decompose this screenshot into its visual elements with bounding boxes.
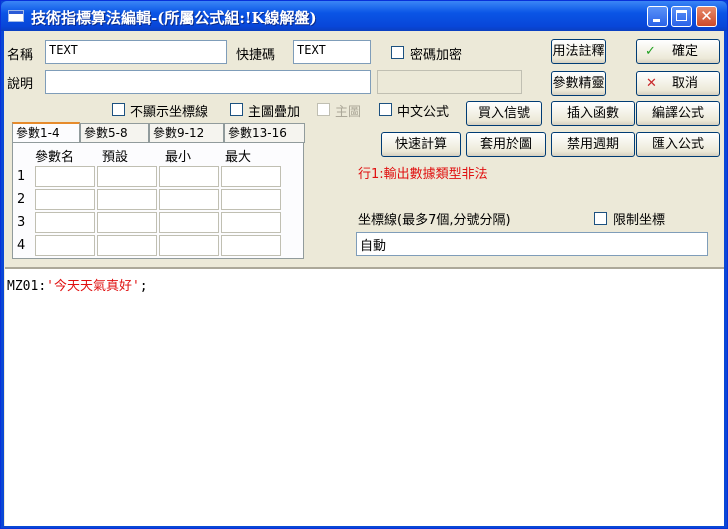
usage-note-button[interactable]: 用法註釋	[551, 39, 606, 64]
param-4-default-input[interactable]	[97, 235, 157, 256]
param-2-min-input[interactable]	[159, 189, 219, 210]
param-header-default: 預設	[102, 150, 129, 165]
param-4-max-input[interactable]	[221, 235, 281, 256]
minimize-button[interactable]	[647, 6, 668, 27]
param-header-name: 參數名	[35, 150, 75, 165]
formula-code-editor[interactable]: MZ01:'今天天氣真好';	[5, 267, 724, 526]
param-1-name-input[interactable]	[35, 166, 95, 187]
param-3-max-input[interactable]	[221, 212, 281, 233]
formula-editor-window: 技術指標算法編輯-(所屬公式組:!K線解盤) ✕ 名稱 TEXT 快捷碼 TEX…	[0, 0, 728, 529]
tab-params-13-16[interactable]: 參數13-16	[224, 123, 305, 143]
cancel-button[interactable]: ✕ 取消	[636, 71, 720, 96]
axis-lines-label: 坐標線(最多7個,分號分隔)	[358, 213, 511, 228]
description-extra-field	[377, 70, 522, 94]
compile-formula-button[interactable]: 編譯公式	[636, 101, 720, 126]
code-terminator: ;	[139, 279, 148, 294]
param-row-number: 3	[17, 215, 26, 230]
close-button[interactable]: ✕	[696, 6, 717, 27]
hide-axis-checkbox[interactable]	[112, 103, 125, 116]
main-chart-label: 主圖	[335, 105, 362, 120]
tab-params-9-12[interactable]: 參數9-12	[149, 123, 224, 143]
description-label: 說明	[7, 77, 34, 92]
param-row-number: 2	[17, 192, 26, 207]
param-3-default-input[interactable]	[97, 212, 157, 233]
dialog-body: 名稱 TEXT 快捷碼 TEXT 密碼加密 用法註釋 ✓ 確定 說明 參數精靈 ✕…	[4, 31, 724, 526]
param-4-min-input[interactable]	[159, 235, 219, 256]
quick-calc-button[interactable]: 快速計算	[381, 132, 461, 157]
app-window-icon	[8, 10, 24, 22]
chinese-formula-label: 中文公式	[397, 105, 450, 120]
close-icon: ✕	[700, 7, 713, 25]
param-row-number: 4	[17, 238, 26, 253]
main-chart-checkbox	[317, 103, 330, 116]
main-overlay-checkbox[interactable]	[230, 103, 243, 116]
import-formula-button[interactable]: 匯入公式	[636, 132, 720, 157]
hide-axis-label: 不顯示坐標線	[130, 105, 209, 120]
code-variable: MZ01	[7, 279, 39, 294]
param-row-number: 1	[17, 169, 26, 184]
description-input[interactable]	[45, 70, 371, 94]
import-signal-button[interactable]: 買入信號	[466, 101, 542, 126]
param-4-name-input[interactable]	[35, 235, 95, 256]
checkmark-icon: ✓	[645, 44, 656, 59]
ok-button[interactable]: ✓ 確定	[636, 39, 720, 64]
apply-to-chart-button[interactable]: 套用於圖	[466, 132, 546, 157]
limit-axis-label: 限制坐標	[613, 213, 666, 228]
disable-period-button[interactable]: 禁用週期	[551, 132, 635, 157]
param-3-min-input[interactable]	[159, 212, 219, 233]
param-wizard-button[interactable]: 參數精靈	[551, 71, 606, 96]
param-1-default-input[interactable]	[97, 166, 157, 187]
insert-function-button[interactable]: 插入函數	[551, 101, 635, 126]
tab-params-1-4[interactable]: 參數1-4	[12, 122, 80, 144]
window-title: 技術指標算法編輯-(所屬公式組:!K線解盤)	[31, 9, 317, 27]
main-overlay-label: 主圖疊加	[248, 105, 301, 120]
cancel-x-icon: ✕	[646, 76, 657, 91]
limit-axis-checkbox[interactable]	[594, 212, 607, 225]
hotkey-input[interactable]: TEXT	[293, 40, 371, 64]
param-2-name-input[interactable]	[35, 189, 95, 210]
title-bar[interactable]: 技術指標算法編輯-(所屬公式組:!K線解盤) ✕	[1, 1, 727, 31]
password-checkbox[interactable]	[391, 46, 404, 59]
param-1-min-input[interactable]	[159, 166, 219, 187]
param-1-max-input[interactable]	[221, 166, 281, 187]
code-string-literal: '今天天氣真好'	[46, 279, 140, 294]
param-header-max: 最大	[225, 150, 252, 165]
axis-lines-input[interactable]: 自動	[356, 232, 708, 256]
param-header-min: 最小	[165, 150, 192, 165]
code-separator: :	[38, 279, 47, 294]
name-input[interactable]: TEXT	[45, 40, 227, 64]
param-2-max-input[interactable]	[221, 189, 281, 210]
hotkey-label: 快捷碼	[236, 48, 276, 63]
param-2-default-input[interactable]	[97, 189, 157, 210]
maximize-button[interactable]	[671, 6, 692, 27]
param-3-name-input[interactable]	[35, 212, 95, 233]
chinese-formula-checkbox[interactable]	[379, 103, 392, 116]
param-table-panel: 參數名 預設 最小 最大 1 2 3 4	[12, 142, 304, 259]
name-label: 名稱	[7, 48, 34, 63]
tab-params-5-8[interactable]: 參數5-8	[80, 123, 149, 143]
password-label: 密碼加密	[410, 48, 463, 63]
compile-error-message: 行1:輸出數據類型非法	[358, 167, 488, 182]
